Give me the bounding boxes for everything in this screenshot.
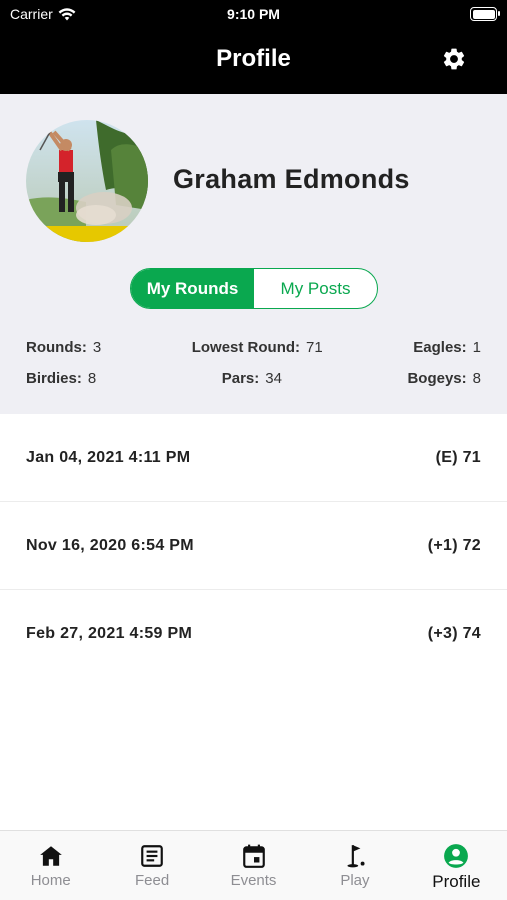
tab-events[interactable]: Events: [203, 831, 304, 900]
stat-lowest-round: Lowest Round: 71: [192, 339, 323, 356]
stat-value: 34: [265, 370, 282, 387]
stat-eagles: Eagles: 1: [413, 339, 481, 356]
home-icon: [39, 846, 62, 866]
round-date: Feb 27, 2021 4:59 PM: [26, 625, 193, 642]
tab-profile[interactable]: Profile: [406, 831, 507, 900]
avatar-photo: [26, 120, 148, 242]
golf-flag-icon: [347, 845, 365, 868]
stat-value: 3: [92, 339, 102, 356]
status-time: 9:10 PM: [227, 6, 280, 22]
stat-pars: Pars: 34: [222, 370, 282, 387]
round-score: (+1) 72: [427, 536, 481, 554]
feed-icon: [141, 845, 163, 867]
navigation-bar: Profile: [0, 28, 507, 94]
page-title: Profile: [216, 45, 291, 72]
profile-icon: [444, 844, 469, 868]
tab-bar: Home Feed Events Play Profile: [0, 830, 507, 900]
gear-icon[interactable]: [441, 46, 467, 72]
stat-value: 8: [87, 370, 97, 387]
stat-value: 8: [472, 370, 481, 387]
stat-label: Eagles:: [413, 339, 467, 356]
user-name: Graham Edmonds: [173, 164, 410, 194]
calendar-icon: [242, 844, 265, 868]
rounds-posts-toggle: My Rounds My Posts: [130, 268, 378, 309]
my-posts-tab[interactable]: My Posts: [254, 269, 377, 308]
avatar[interactable]: [26, 120, 148, 242]
round-row[interactable]: Feb 27, 2021 4:59 PM (+3) 74: [0, 590, 507, 678]
tab-label: Home: [30, 872, 71, 889]
profile-header: Graham Edmonds My Rounds My Posts Rounds…: [0, 94, 507, 414]
battery-icon: [470, 7, 500, 21]
my-rounds-tab[interactable]: My Rounds: [131, 269, 254, 308]
tab-home[interactable]: Home: [0, 831, 101, 900]
stat-rounds: Rounds: 3: [26, 339, 101, 356]
round-row[interactable]: Jan 04, 2021 4:11 PM (E) 71: [0, 414, 507, 502]
rounds-list: Jan 04, 2021 4:11 PM (E) 71 Nov 16, 2020…: [0, 414, 507, 678]
round-score: (E) 71: [435, 448, 481, 466]
stat-label: Rounds:: [26, 339, 87, 356]
round-score: (+3) 74: [427, 625, 481, 642]
round-row[interactable]: Nov 16, 2020 6:54 PM (+1) 72: [0, 502, 507, 590]
tab-label: Profile: [432, 872, 481, 891]
stat-value: 1: [472, 339, 481, 356]
tab-label: Feed: [135, 872, 170, 889]
tab-feed[interactable]: Feed: [101, 831, 202, 900]
battery-level: [472, 9, 495, 19]
stat-label: Pars:: [221, 370, 260, 387]
stat-label: Lowest Round:: [191, 339, 301, 356]
status-bar: Carrier 9:10 PM: [0, 0, 507, 28]
stat-bogeys: Bogeys: 8: [407, 370, 481, 387]
stat-birdies: Birdies: 8: [26, 370, 96, 387]
stat-label: Birdies:: [26, 370, 82, 387]
round-date: Nov 16, 2020 6:54 PM: [26, 536, 194, 554]
tab-label: Play: [340, 872, 370, 889]
round-date: Jan 04, 2021 4:11 PM: [26, 448, 191, 466]
stats-row-1: Rounds: 3 Lowest Round: 71 Eagles: 1: [26, 339, 481, 356]
stats-row-2: Birdies: 8 Pars: 34 Bogeys: 8: [26, 370, 481, 387]
stat-value: 71: [306, 339, 323, 356]
tab-label: Events: [230, 872, 277, 889]
tab-play[interactable]: Play: [304, 831, 405, 900]
stat-label: Bogeys:: [407, 370, 467, 387]
